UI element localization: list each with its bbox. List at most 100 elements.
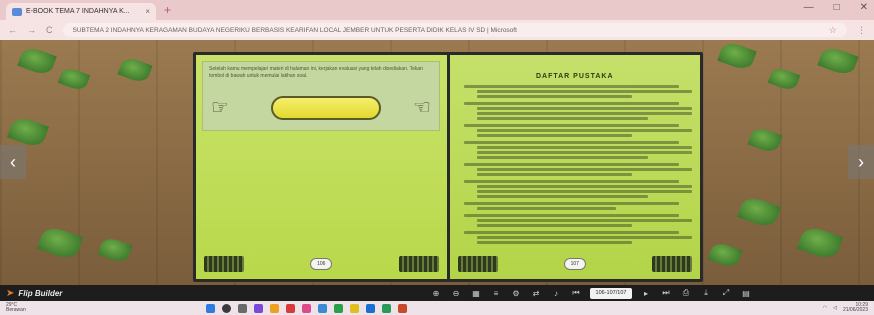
- back-button[interactable]: ←: [8, 25, 17, 35]
- system-tray: ◠ ◁ 10:29 21/06/2023: [823, 303, 868, 313]
- reference-text-line: [476, 195, 648, 198]
- download-icon[interactable]: ⤓: [696, 288, 716, 298]
- ivy-leaf-decoration: [57, 65, 91, 93]
- instruction-box: Setelah kamu mempelajari materi di halam…: [202, 61, 440, 131]
- reference-entry: [463, 141, 693, 159]
- pointing-hand-left-icon: ☜: [413, 97, 431, 119]
- reference-text-line: [463, 124, 680, 127]
- reference-entry: [463, 214, 693, 227]
- new-tab-button[interactable]: +: [164, 3, 171, 17]
- reference-entry: [463, 163, 693, 176]
- page-indicator[interactable]: 106-107/107: [590, 287, 632, 299]
- zoom-in-icon[interactable]: ⊕: [426, 289, 446, 298]
- app-icon[interactable]: [302, 303, 311, 313]
- word-icon[interactable]: [366, 303, 375, 313]
- url-field[interactable]: SUBTEMA 2 INDAHNYA KERAGAMAN BUDAYA NEGE…: [62, 23, 847, 37]
- previous-page-arrow-icon[interactable]: ‹: [0, 145, 26, 179]
- weather-desc: Berawan: [6, 307, 26, 313]
- thumbnails-icon[interactable]: ▦: [466, 289, 486, 298]
- reload-button[interactable]: C: [46, 25, 53, 35]
- powerpoint-icon[interactable]: [398, 303, 407, 313]
- window-controls: — □ ✕: [804, 2, 868, 13]
- search-icon[interactable]: [222, 303, 231, 313]
- reference-entry: [463, 85, 693, 98]
- reference-text-line: [463, 163, 680, 166]
- fullscreen-icon[interactable]: ⤢: [716, 288, 736, 298]
- clock-date: 21/06/2023: [842, 307, 868, 313]
- file-explorer-icon[interactable]: [270, 303, 279, 313]
- reference-text-line: [476, 156, 648, 159]
- people-illustration: [457, 256, 498, 272]
- bibliography-heading: DAFTAR PUSTAKA: [535, 73, 614, 80]
- pointing-hand-right-icon: ☞: [211, 97, 229, 119]
- reference-entry: [463, 102, 693, 120]
- share-icon[interactable]: ⇄: [526, 289, 546, 298]
- ivy-leaf-decoration: [707, 240, 743, 270]
- next-page-icon[interactable]: ▸: [636, 289, 656, 298]
- last-page-icon[interactable]: ⏭: [656, 288, 676, 298]
- address-bar-row: ← → C SUBTEMA 2 INDAHNYA KERAGAMAN BUDAY…: [0, 20, 874, 40]
- reference-text-line: [476, 95, 632, 98]
- reference-text-line: [476, 168, 693, 171]
- reference-text-line: [463, 202, 680, 205]
- reference-entry: [463, 124, 693, 137]
- task-view-icon[interactable]: [238, 303, 247, 313]
- reference-text-line: [476, 151, 693, 154]
- tab-favicon-icon: [12, 7, 22, 16]
- weather-widget[interactable]: 29°C Berawan: [6, 303, 206, 313]
- flipbook: Setelah kamu mempelajari materi di halam…: [193, 52, 703, 282]
- page-number-badge: 106: [310, 258, 333, 270]
- reference-text-line: [476, 173, 632, 176]
- reference-text-line: [476, 241, 632, 244]
- chrome-icon[interactable]: [350, 303, 359, 313]
- more-icon[interactable]: ▤: [736, 289, 756, 298]
- clock[interactable]: 10:29 21/06/2023: [843, 303, 868, 313]
- reference-text-line: [463, 141, 680, 144]
- favorite-star-icon[interactable]: ☆: [829, 25, 837, 36]
- people-illustration: [652, 256, 692, 272]
- volume-icon[interactable]: ◁: [833, 305, 837, 311]
- reference-text-line: [463, 231, 680, 234]
- wifi-icon[interactable]: ◠: [823, 305, 827, 311]
- app-icon[interactable]: [286, 303, 295, 313]
- reference-text-line: [476, 107, 693, 110]
- forward-button[interactable]: →: [27, 25, 36, 35]
- reference-text-line: [476, 207, 617, 210]
- reference-text-line: [476, 219, 693, 222]
- instruction-text: Setelah kamu mempelajari materi di halam…: [209, 66, 423, 79]
- reference-text-line: [476, 146, 693, 149]
- reference-list: [463, 85, 693, 248]
- sound-icon[interactable]: ♪: [546, 289, 566, 298]
- excel-icon[interactable]: [382, 303, 391, 313]
- first-page-icon[interactable]: ⏮: [566, 288, 586, 298]
- left-page[interactable]: Setelah kamu mempelajari materi di halam…: [196, 55, 447, 279]
- ivy-leaf-decoration: [747, 125, 783, 155]
- tab-close-icon[interactable]: ×: [145, 7, 150, 16]
- print-icon[interactable]: ⎙: [676, 288, 696, 298]
- people-illustration: [204, 256, 244, 272]
- minimize-button[interactable]: —: [804, 2, 814, 13]
- reference-text-line: [463, 214, 680, 217]
- next-page-arrow-icon[interactable]: ›: [848, 145, 874, 179]
- flipbook-toolbar: ➤ Flip Builder ⊕ ⊖ ▦ ≡ ⚙ ⇄ ♪ ⏮ 106-107/1…: [0, 285, 874, 301]
- maximize-button[interactable]: □: [834, 2, 840, 13]
- chat-icon[interactable]: [254, 303, 263, 313]
- brand-label: Flip Builder: [18, 288, 63, 298]
- edge-icon[interactable]: [318, 303, 327, 313]
- reference-text-line: [476, 190, 693, 193]
- ivy-leaf-decoration: [767, 65, 801, 93]
- ivy-leaf-decoration: [36, 223, 84, 263]
- reference-entry: [463, 180, 693, 198]
- settings-icon[interactable]: ⚙: [506, 289, 526, 298]
- close-window-button[interactable]: ✕: [860, 2, 868, 13]
- app-icon[interactable]: [334, 303, 343, 313]
- ivy-leaf-decoration: [717, 40, 757, 73]
- start-icon[interactable]: [206, 303, 215, 313]
- page-footer: 106: [196, 253, 447, 275]
- start-exercise-button[interactable]: [271, 96, 381, 120]
- browser-menu-icon[interactable]: ⋮: [857, 25, 866, 36]
- browser-tab[interactable]: E-BOOK TEMA 7 INDAHNYA K... ×: [6, 3, 156, 20]
- right-page[interactable]: DAFTAR PUSTAKA 107: [449, 55, 700, 279]
- zoom-out-icon[interactable]: ⊖: [446, 289, 466, 298]
- table-of-contents-icon[interactable]: ≡: [486, 289, 506, 298]
